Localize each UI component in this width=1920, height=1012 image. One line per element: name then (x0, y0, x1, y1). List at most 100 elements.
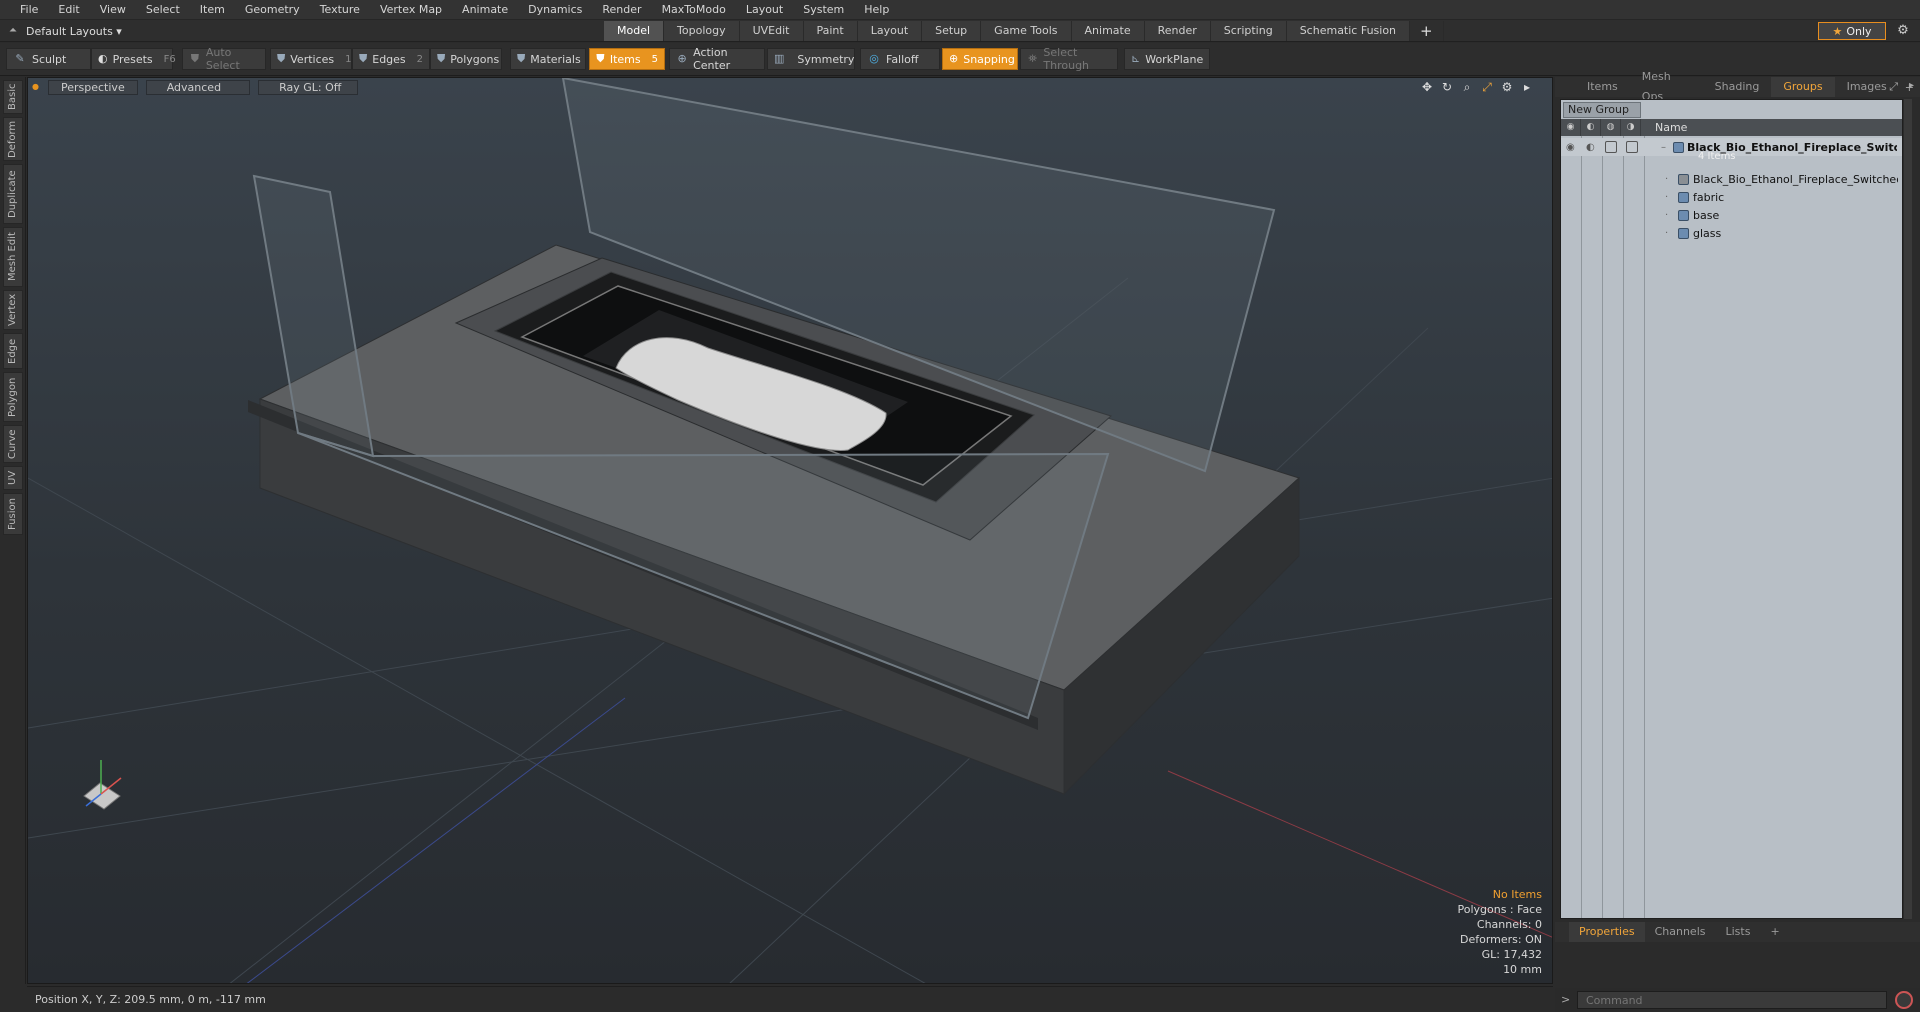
collapse-up-icon[interactable]: ⏶ (6, 24, 20, 38)
eye-icon[interactable]: ◉ (1566, 142, 1575, 153)
select-column-icon[interactable]: ◍ (1601, 119, 1621, 136)
viewport-more-icon[interactable]: ▸ (1520, 80, 1534, 94)
falloff-button[interactable]: ◎ Falloff (860, 48, 940, 70)
left-tab-duplicate[interactable]: Duplicate (3, 164, 23, 224)
polygons-label: Polygons (450, 52, 500, 66)
new-group-button[interactable]: New Group (1563, 102, 1641, 118)
select-checkbox[interactable] (1605, 141, 1617, 153)
vertices-button[interactable]: ⛊ Vertices 1 (270, 48, 352, 70)
rtab-items[interactable]: Items (1575, 77, 1630, 97)
workplane-button[interactable]: ⊾ WorkPlane (1124, 48, 1210, 70)
rtab-groups[interactable]: Groups (1771, 77, 1835, 97)
list-item[interactable]: · fabric (1561, 188, 1902, 206)
materials-button[interactable]: ⛊ Materials (510, 48, 586, 70)
left-tab-uv[interactable]: UV (3, 466, 23, 490)
layouts-label: Default Layouts ▾ (26, 24, 122, 38)
render-checkbox[interactable] (1626, 141, 1638, 153)
expand-panel-icon[interactable]: ⤢ (1889, 80, 1898, 94)
auto-select-button[interactable]: ⛊ Auto Select (182, 46, 266, 72)
menu-select[interactable]: Select (136, 0, 190, 20)
add-prop-tab-button[interactable]: + (1760, 922, 1789, 942)
tab-model[interactable]: Model (604, 21, 665, 41)
left-tab-basic[interactable]: Basic (3, 80, 23, 114)
fit-icon[interactable]: ⤢ (1480, 80, 1494, 94)
select-through-button[interactable]: ⛯ Select Through (1020, 46, 1118, 72)
tab-layout[interactable]: Layout (857, 21, 923, 41)
edges-button[interactable]: ⛊ Edges 2 (352, 48, 430, 70)
add-tab-button[interactable]: + (1410, 21, 1444, 41)
command-prompt-icon: > (1561, 993, 1571, 1006)
menu-system[interactable]: System (793, 0, 854, 20)
list-item[interactable]: · Black_Bio_Ethanol_Fireplace_Switched_.… (1561, 170, 1902, 188)
tab-topology[interactable]: Topology (664, 21, 740, 41)
snapping-button[interactable]: ⊕ Snapping (942, 48, 1018, 70)
tab-setup[interactable]: Setup (922, 21, 982, 41)
items-button[interactable]: ⛊ Items 5 (589, 48, 665, 70)
command-history-icon[interactable] (1895, 991, 1913, 1009)
lock-icon[interactable]: ◐ (1586, 142, 1595, 153)
raygl-toggle[interactable]: Ray GL: Off (258, 79, 359, 95)
menu-item[interactable]: Item (190, 0, 235, 20)
viewport-settings-icon[interactable]: ⚙ (1500, 80, 1514, 94)
menu-bar: File Edit View Select Item Geometry Text… (0, 0, 1920, 20)
command-input[interactable] (1577, 991, 1887, 1009)
pan-icon[interactable]: ✥ (1420, 80, 1434, 94)
default-layouts-dropdown[interactable]: ⏶ Default Layouts ▾ (6, 22, 122, 40)
ptab-channels[interactable]: Channels (1645, 922, 1716, 942)
view-mode-dropdown[interactable]: Perspective (48, 79, 138, 95)
left-tab-polygon[interactable]: Polygon (3, 372, 23, 422)
status-bar: Position X, Y, Z: 209.5 mm, 0 m, -117 mm (27, 986, 1553, 1012)
menu-geometry[interactable]: Geometry (235, 0, 310, 20)
tab-paint[interactable]: Paint (803, 21, 858, 41)
menu-render[interactable]: Render (592, 0, 651, 20)
tab-schematic-fusion[interactable]: Schematic Fusion (1286, 21, 1411, 41)
tab-render[interactable]: Render (1144, 21, 1211, 41)
collapse-icon[interactable]: – (1661, 142, 1666, 153)
symmetry-button[interactable]: ▥ Symmetry (767, 48, 855, 70)
left-tab-vertex[interactable]: Vertex (3, 290, 23, 330)
3d-viewport[interactable]: ● Perspective Advanced Ray GL: Off ✥ ↻ ⌕… (27, 77, 1553, 984)
visibility-column-icon[interactable]: ◉ (1561, 119, 1581, 136)
menu-edit[interactable]: Edit (48, 0, 89, 20)
polygons-button[interactable]: ⛊ Polygons (430, 48, 502, 70)
render-column-icon[interactable]: ◑ (1621, 119, 1641, 136)
list-item[interactable]: · glass (1561, 224, 1902, 242)
panel-arrow-icon[interactable]: ▸ (1909, 80, 1914, 91)
ptab-properties[interactable]: Properties (1569, 922, 1645, 942)
menu-view[interactable]: View (90, 0, 136, 20)
tab-game-tools[interactable]: Game Tools (981, 21, 1072, 41)
z-axis-line (246, 697, 626, 983)
menu-layout[interactable]: Layout (736, 0, 793, 20)
viewport-scene[interactable] (28, 78, 1553, 984)
deformers-label: Deformers: ON (1460, 933, 1542, 946)
presets-button[interactable]: ◐ Presets F6 (91, 48, 176, 70)
left-tab-curve[interactable]: Curve (3, 425, 23, 463)
rtab-shading[interactable]: Shading (1703, 77, 1772, 97)
left-tab-edge[interactable]: Edge (3, 333, 23, 369)
gear-icon[interactable]: ⚙ (1894, 22, 1912, 40)
menu-vertex-map[interactable]: Vertex Map (370, 0, 452, 20)
lock-column-icon[interactable]: ◐ (1581, 119, 1601, 136)
shading-mode-dropdown[interactable]: Advanced (145, 79, 251, 95)
tab-animate[interactable]: Animate (1071, 21, 1145, 41)
tab-scripting[interactable]: Scripting (1210, 21, 1287, 41)
zoom-icon[interactable]: ⌕ (1460, 80, 1474, 94)
left-tab-fusion[interactable]: Fusion (3, 493, 23, 535)
left-tab-mesh-edit[interactable]: Mesh Edit (3, 227, 23, 287)
left-tab-deform[interactable]: Deform (3, 117, 23, 161)
viewport-menu-dot-icon[interactable]: ● (32, 83, 40, 91)
list-item[interactable]: · base (1561, 206, 1902, 224)
menu-animate[interactable]: Animate (452, 0, 518, 20)
ptab-lists[interactable]: Lists (1716, 922, 1761, 942)
menu-help[interactable]: Help (854, 0, 899, 20)
menu-texture[interactable]: Texture (310, 0, 370, 20)
outliner-scrollbar[interactable] (1904, 99, 1912, 919)
tab-uvedit[interactable]: UVEdit (739, 21, 804, 41)
menu-maxtomodo[interactable]: MaxToModo (652, 0, 736, 20)
only-toggle-button[interactable]: ★ Only (1818, 22, 1886, 40)
menu-file[interactable]: File (10, 0, 48, 20)
rotate-icon[interactable]: ↻ (1440, 80, 1454, 94)
sculpt-button[interactable]: ✎ Sculpt (6, 48, 91, 70)
menu-dynamics[interactable]: Dynamics (518, 0, 592, 20)
action-center-button[interactable]: ⊕ Action Center (669, 46, 765, 72)
